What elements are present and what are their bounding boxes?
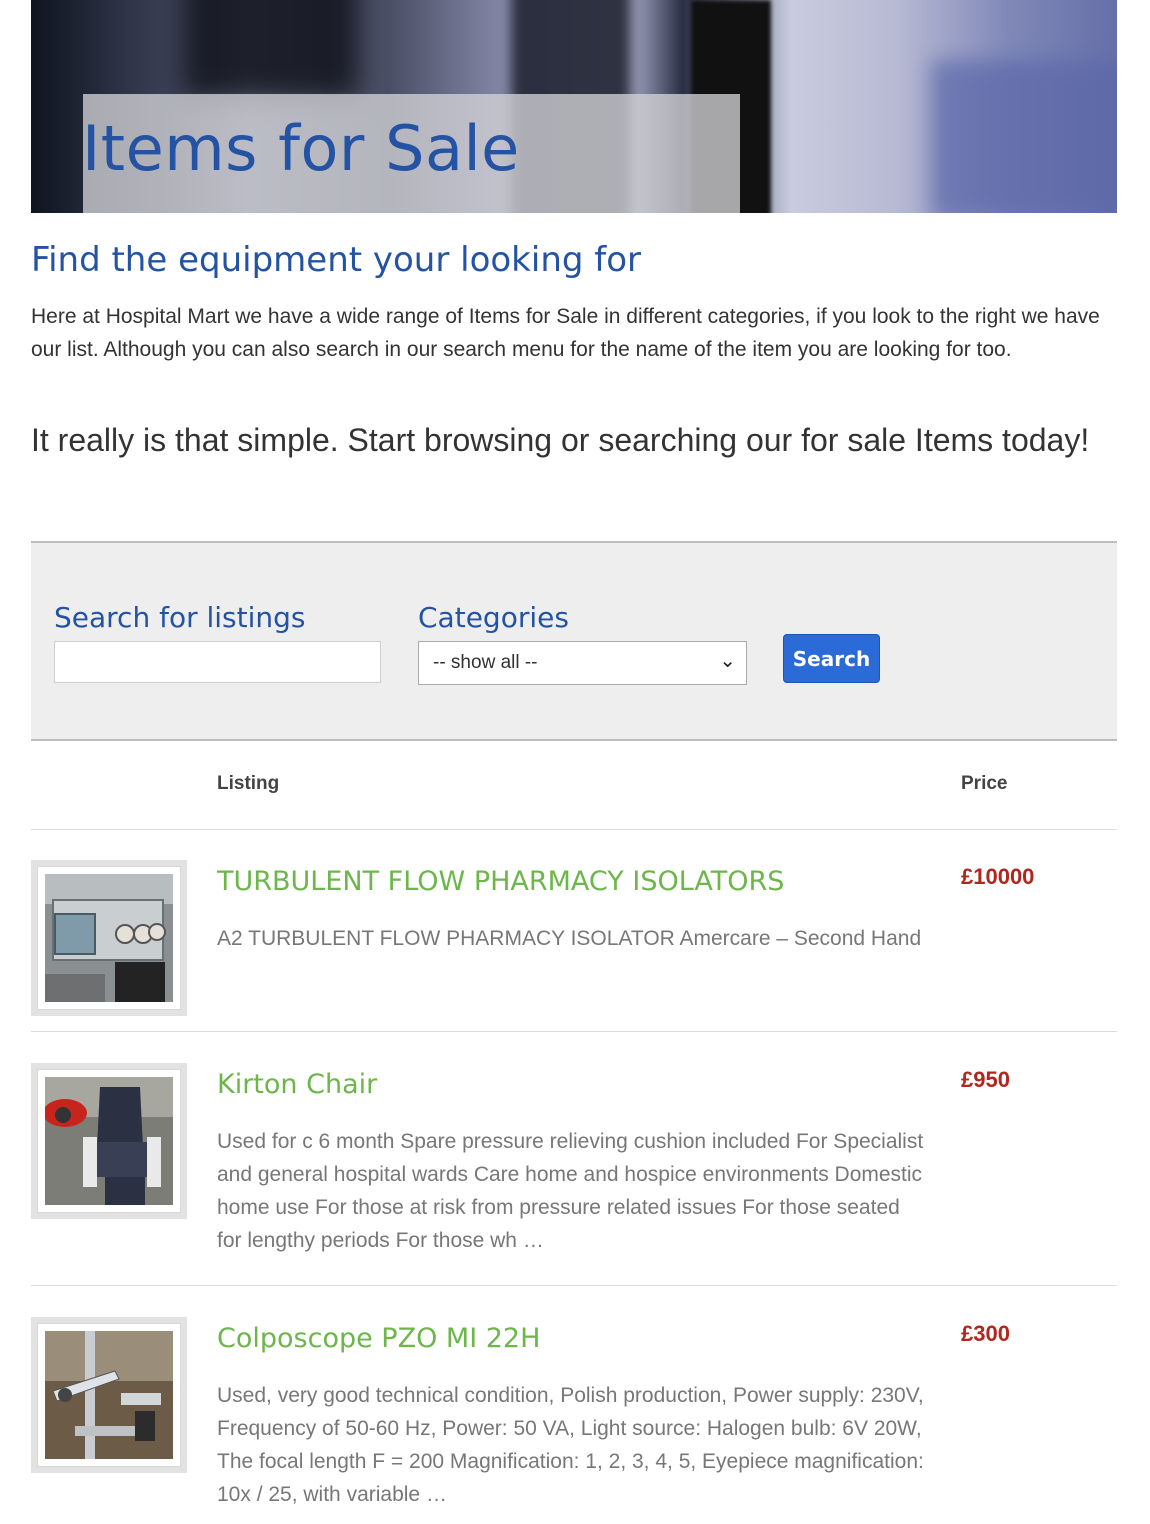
listing-title[interactable]: Kirton Chair bbox=[217, 1069, 377, 1100]
listing-price: £300 bbox=[961, 1321, 1010, 1346]
listing-title[interactable]: TURBULENT FLOW PHARMACY ISOLATORS bbox=[217, 866, 784, 897]
listing-description: Used, very good technical condition, Pol… bbox=[217, 1384, 924, 1506]
listing-description: Used for c 6 month Spare pressure reliev… bbox=[217, 1130, 924, 1252]
listing-thumbnail[interactable] bbox=[31, 1317, 187, 1473]
categories-select[interactable]: -- show all -- ⌄ bbox=[418, 641, 747, 685]
colposcope-image bbox=[45, 1331, 173, 1459]
search-button[interactable]: Search bbox=[783, 634, 880, 683]
categories-label: Categories bbox=[418, 601, 569, 634]
column-header-price: Price bbox=[961, 773, 1008, 794]
intro-text: Here at Hospital Mart we have a wide ran… bbox=[31, 305, 1100, 361]
table-row: Colposcope PZO MI 22H Used, very good te… bbox=[31, 1317, 1117, 1517]
categories-selected-value: -- show all -- bbox=[433, 652, 538, 673]
table-row: Kirton Chair Used for c 6 month Spare pr… bbox=[31, 1063, 1117, 1263]
divider bbox=[31, 829, 1117, 830]
listing-title[interactable]: Colposcope PZO MI 22H bbox=[217, 1323, 540, 1354]
divider bbox=[31, 1285, 1117, 1286]
isolator-image bbox=[45, 874, 173, 1002]
divider bbox=[31, 1031, 1117, 1032]
intro-tagline: It really is that simple. Start browsing… bbox=[31, 422, 1090, 458]
page-title: Items for Sale bbox=[82, 112, 520, 185]
search-input[interactable] bbox=[54, 641, 381, 683]
search-panel: Search for listings Categories -- show a… bbox=[31, 541, 1117, 741]
intro-heading: Find the equipment your looking for bbox=[31, 240, 642, 280]
chevron-down-icon: ⌄ bbox=[719, 650, 736, 672]
listing-price: £10000 bbox=[961, 864, 1035, 889]
chair-image bbox=[45, 1077, 173, 1205]
search-label: Search for listings bbox=[54, 601, 306, 634]
listing-thumbnail[interactable] bbox=[31, 1063, 187, 1219]
listing-price: £950 bbox=[961, 1067, 1010, 1092]
table-row: TURBULENT FLOW PHARMACY ISOLATORS A2 TUR… bbox=[31, 860, 1117, 1020]
column-header-listing: Listing bbox=[217, 773, 280, 794]
listing-thumbnail[interactable] bbox=[31, 860, 187, 1016]
listing-description: A2 TURBULENT FLOW PHARMACY ISOLATOR Amer… bbox=[217, 927, 922, 950]
